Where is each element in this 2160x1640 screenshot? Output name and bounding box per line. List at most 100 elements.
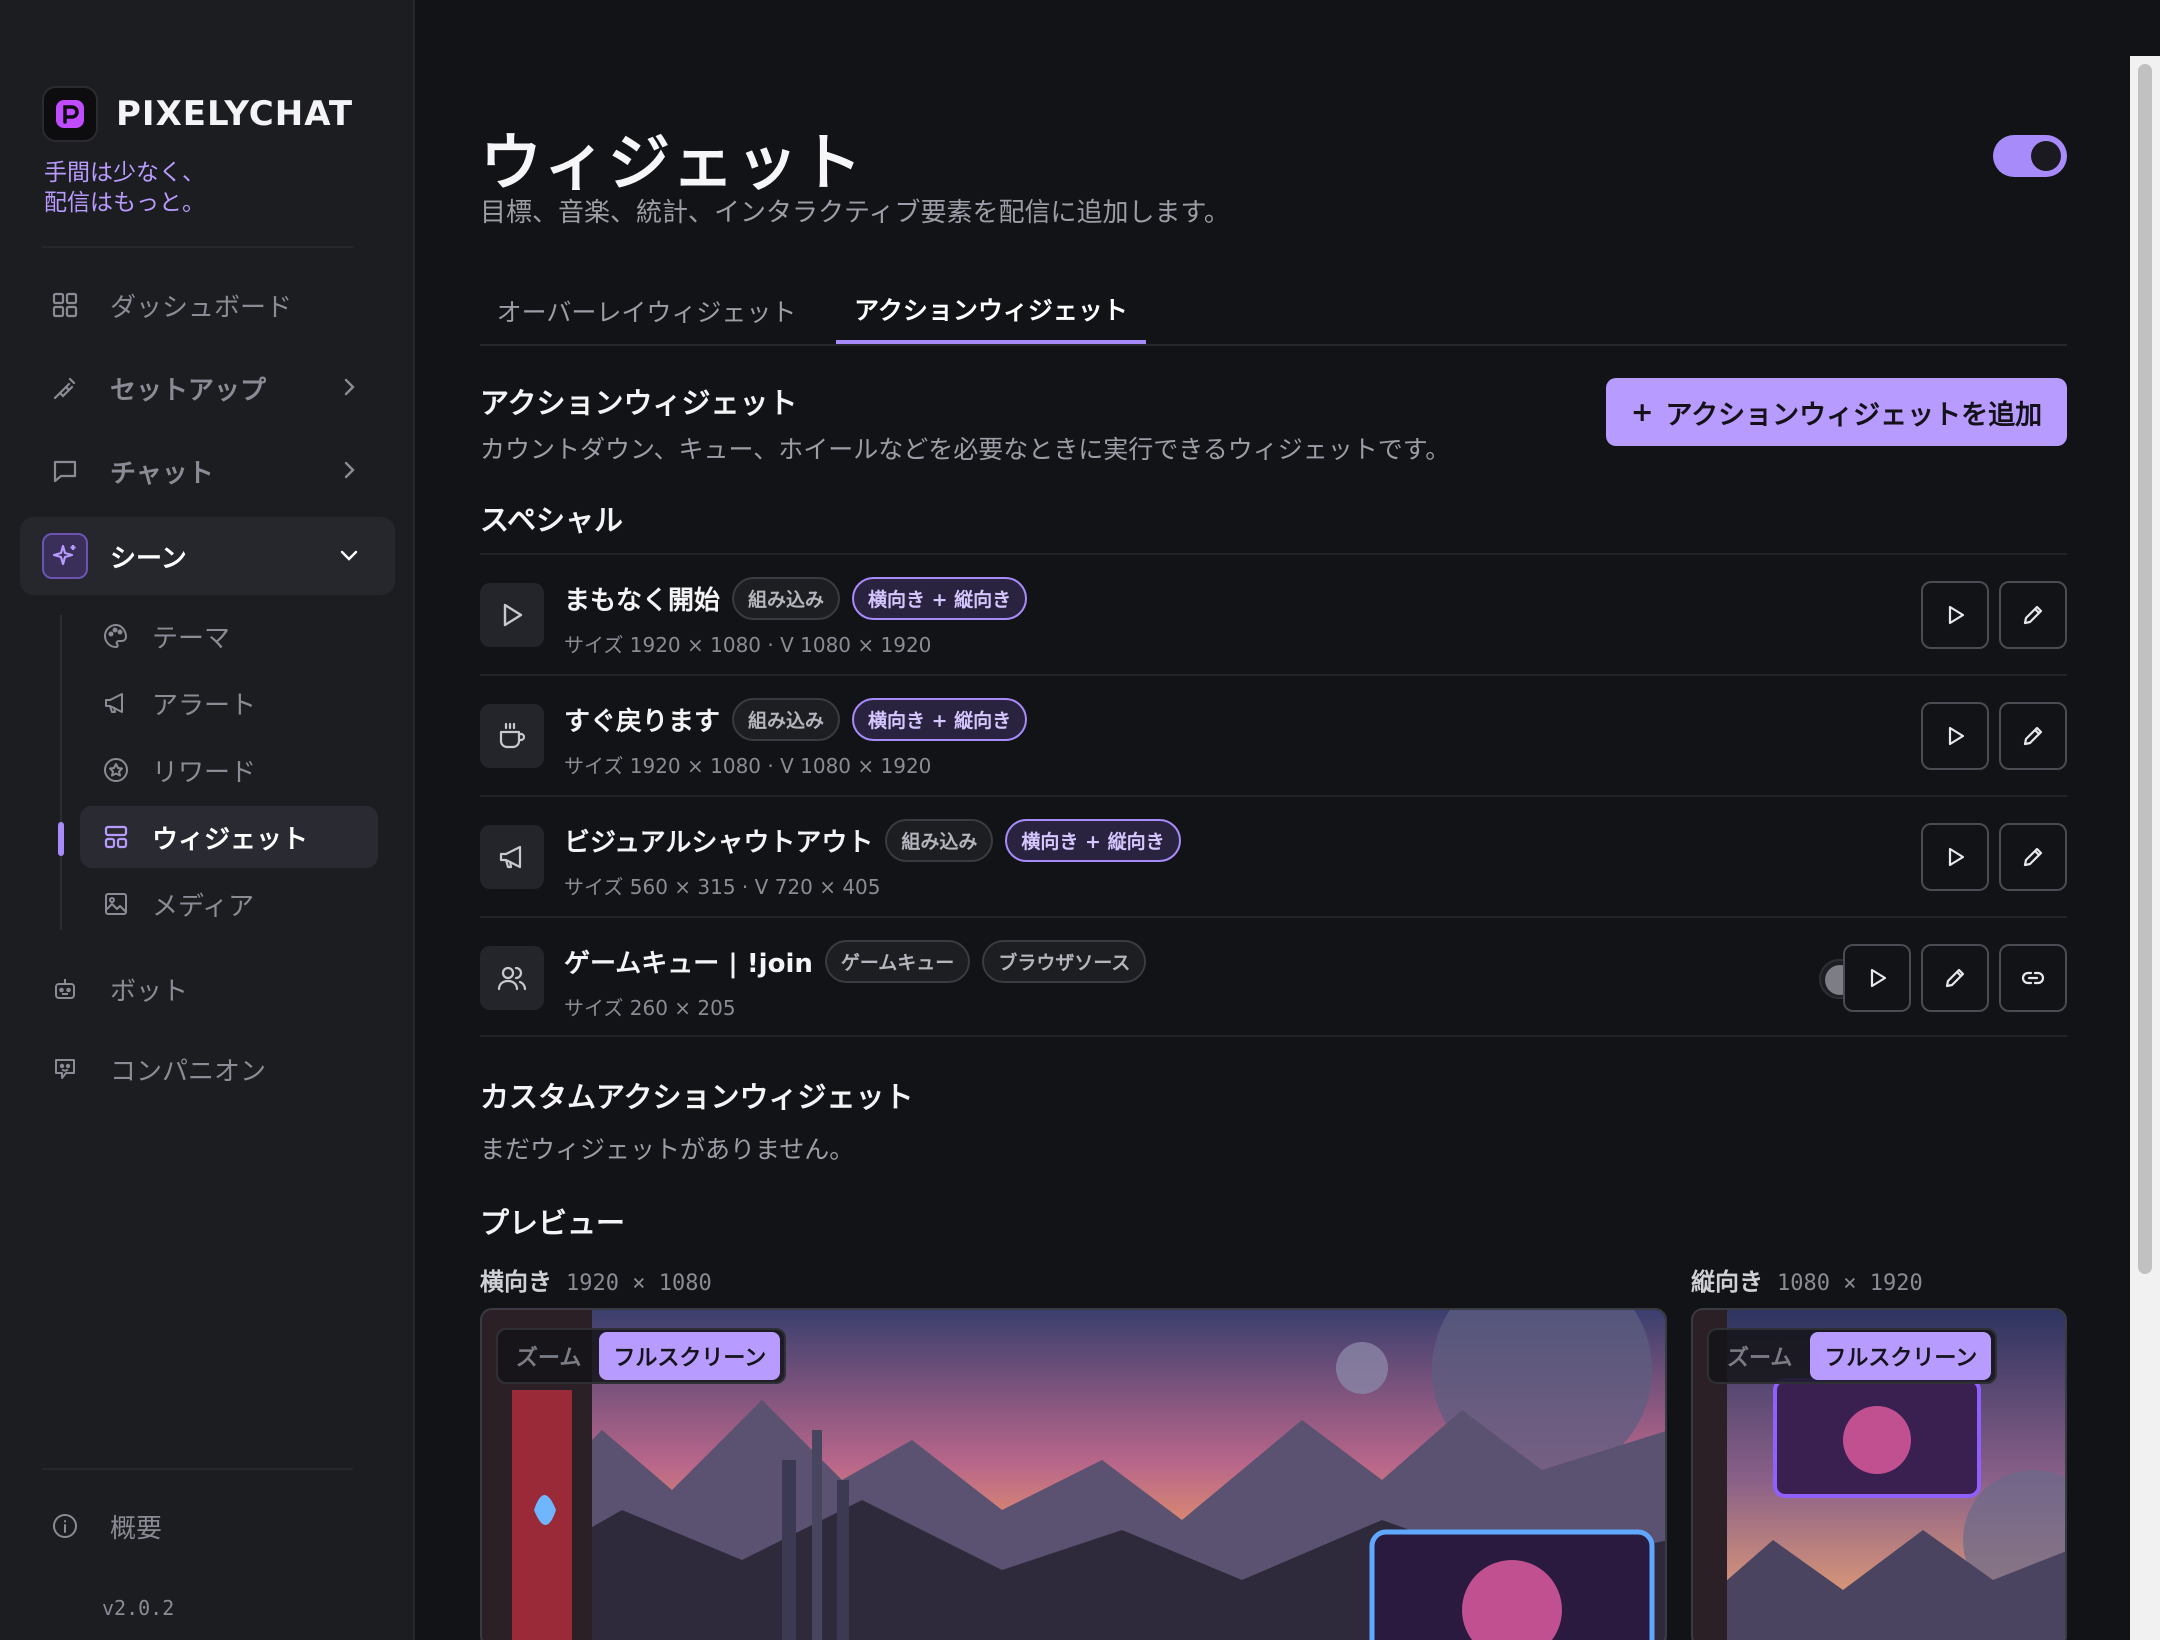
- version-label: v2.0.2: [102, 1596, 175, 1620]
- edit-widget-button[interactable]: [1921, 944, 1989, 1012]
- portrait-dim: 1080 × 1920: [1777, 1271, 1923, 1296]
- sidebar-item-about[interactable]: 概要: [20, 1487, 395, 1565]
- custom-widgets-heading: カスタムアクションウィジェット: [480, 1080, 914, 1114]
- page-subtitle: 目標、音楽、統計、インタラクティブ要素を配信に追加します。: [480, 198, 1230, 228]
- grid-icon: [50, 290, 80, 320]
- brand[interactable]: PIXELYCHAT: [42, 86, 353, 142]
- sidebar-item-label: チャット: [110, 458, 214, 489]
- info-icon: [50, 1511, 80, 1541]
- portrait-label-text: 縦向き: [1691, 1268, 1763, 1296]
- zoom-option[interactable]: ズーム: [502, 1332, 595, 1380]
- pencil-icon: [2023, 726, 2043, 746]
- widget-size: サイズ 1920 × 1080 · V 1080 × 1920: [564, 754, 932, 778]
- submenu-line: [60, 615, 62, 930]
- sidebar-item-label: テーマ: [152, 623, 231, 654]
- run-widget-button[interactable]: [1921, 823, 1989, 891]
- widget-title-row: まもなく開始 組み込み 横向き + 縦向き: [564, 577, 1028, 620]
- preview-heading: プレビュー: [480, 1206, 626, 1240]
- plug-icon: [50, 373, 80, 403]
- plus-icon: +: [1630, 396, 1654, 428]
- copy-link-button[interactable]: [1999, 944, 2067, 1012]
- star-circle-icon: [102, 756, 130, 784]
- source-badge: ブラウザソース: [982, 940, 1147, 983]
- play-icon: [1948, 726, 1965, 746]
- play-icon: [1870, 968, 1887, 988]
- pencil-icon: [1945, 968, 1965, 988]
- landscape-label-text: 横向き: [480, 1268, 552, 1296]
- widget-row-be-right-back: すぐ戻ります 組み込み 横向き + 縦向き サイズ 1920 × 1080 · …: [480, 674, 2067, 795]
- orientation-badge: 横向き + 縦向き: [852, 698, 1028, 741]
- megaphone-icon: [102, 689, 130, 717]
- landscape-dim: 1920 × 1080: [566, 1271, 712, 1296]
- builtin-badge: 組み込み: [732, 577, 841, 620]
- page-scrollbar[interactable]: [2130, 56, 2160, 1640]
- chat-bubble-icon: [50, 456, 80, 486]
- landscape-preview[interactable]: ズーム フルスクリーン: [480, 1308, 1667, 1640]
- chevron-down-icon: [337, 543, 361, 574]
- custom-widgets-empty: まだウィジェットがありません。: [480, 1135, 855, 1164]
- sidebar: PIXELYCHAT 手間は少なく、 配信はもっと。 ダッシュボード セットアッ…: [0, 0, 415, 1640]
- chevron-right-icon: [337, 375, 361, 406]
- sidebar-item-chat[interactable]: チャット: [20, 432, 395, 510]
- widget-tabs: オーバーレイウィジェット アクションウィジェット: [480, 278, 2067, 346]
- play-icon: [480, 583, 544, 647]
- run-widget-button[interactable]: [1921, 581, 1989, 649]
- run-widget-button[interactable]: [1843, 944, 1911, 1012]
- sparkles-icon: [42, 533, 88, 579]
- sidebar-item-rewards[interactable]: リワード: [80, 739, 378, 801]
- widget-title-row: すぐ戻ります 組み込み 横向き + 縦向き: [564, 698, 1028, 741]
- fullscreen-option[interactable]: フルスクリーン: [599, 1332, 781, 1380]
- pencil-icon: [2023, 605, 2043, 625]
- widget-title-row: ビジュアルシャウトアウト 組み込み 横向き + 縦向き: [564, 819, 1181, 862]
- sidebar-item-label: コンパニオン: [110, 1056, 267, 1087]
- widget-row-visual-shoutout: ビジュアルシャウトアウト 組み込み 横向き + 縦向き サイズ 560 × 31…: [480, 795, 2067, 916]
- edit-widget-button[interactable]: [1999, 581, 2067, 649]
- widgets-enabled-toggle[interactable]: [1993, 135, 2067, 177]
- sidebar-item-dashboard[interactable]: ダッシュボード: [20, 266, 395, 344]
- sidebar-item-label: セットアップ: [110, 375, 267, 406]
- brand-name: PIXELYCHAT: [116, 94, 354, 134]
- special-heading: スペシャル: [480, 503, 623, 537]
- widgets-icon: [102, 823, 130, 851]
- add-action-widget-button[interactable]: + アクションウィジェットを追加: [1606, 378, 2067, 446]
- chevron-right-icon: [337, 458, 361, 489]
- widget-title: ゲームキュー | !join: [564, 949, 813, 979]
- robot-icon: [50, 974, 80, 1004]
- run-widget-button[interactable]: [1921, 702, 1989, 770]
- scrollbar-thumb[interactable]: [2138, 64, 2152, 1274]
- sidebar-item-bot[interactable]: ボット: [20, 950, 395, 1028]
- zoom-option[interactable]: ズーム: [1713, 1332, 1806, 1380]
- tagline-line-2: 配信はもっと。: [44, 190, 205, 216]
- sidebar-divider: [42, 246, 353, 248]
- fullscreen-option[interactable]: フルスクリーン: [1810, 1332, 1992, 1380]
- portrait-label: 縦向き 1080 × 1920: [1691, 1262, 1923, 1297]
- sidebar-item-label: アラート: [152, 690, 257, 721]
- sidebar-item-label: 概要: [110, 1513, 163, 1544]
- edit-widget-button[interactable]: [1999, 823, 2067, 891]
- sidebar-item-scenes[interactable]: シーン: [20, 517, 395, 595]
- sidebar-item-setup[interactable]: セットアップ: [20, 349, 395, 427]
- users-icon: [480, 946, 544, 1010]
- sidebar-item-companion[interactable]: コンパニオン: [20, 1030, 395, 1108]
- sidebar-item-theme[interactable]: テーマ: [80, 605, 378, 667]
- tab-action-widgets[interactable]: アクションウィジェット: [836, 278, 1146, 344]
- preview-mode-switch: ズーム フルスクリーン: [1707, 1328, 1998, 1384]
- widget-title: すぐ戻ります: [564, 707, 721, 737]
- widget-title: まもなく開始: [564, 586, 721, 616]
- sidebar-item-label: ボット: [110, 976, 189, 1007]
- sidebar-item-alerts[interactable]: アラート: [80, 672, 378, 734]
- play-icon: [1948, 847, 1965, 867]
- sidebar-item-media[interactable]: メディア: [80, 873, 378, 935]
- sidebar-item-widgets[interactable]: ウィジェット: [80, 806, 378, 868]
- landscape-label: 横向き 1920 × 1080: [480, 1262, 712, 1297]
- tagline: 手間は少なく、 配信はもっと。: [44, 158, 205, 218]
- portrait-preview[interactable]: ズーム フルスクリーン: [1691, 1308, 2067, 1640]
- page-title: ウィジェット: [480, 126, 865, 199]
- action-widgets-desc: カウントダウン、キュー、ホイールなどを必要なときに実行できるウィジェットです。: [480, 435, 1451, 464]
- widget-row-starting-soon: まもなく開始 組み込み 横向き + 縦向き サイズ 1920 × 1080 · …: [480, 553, 2067, 674]
- tab-overlay-widgets[interactable]: オーバーレイウィジェット: [480, 278, 813, 344]
- edit-widget-button[interactable]: [1999, 702, 2067, 770]
- sidebar-divider: [42, 1468, 353, 1470]
- companion-icon: [50, 1054, 80, 1084]
- main-content: ウィジェット 目標、音楽、統計、インタラクティブ要素を配信に追加します。 オーバ…: [415, 0, 2130, 1640]
